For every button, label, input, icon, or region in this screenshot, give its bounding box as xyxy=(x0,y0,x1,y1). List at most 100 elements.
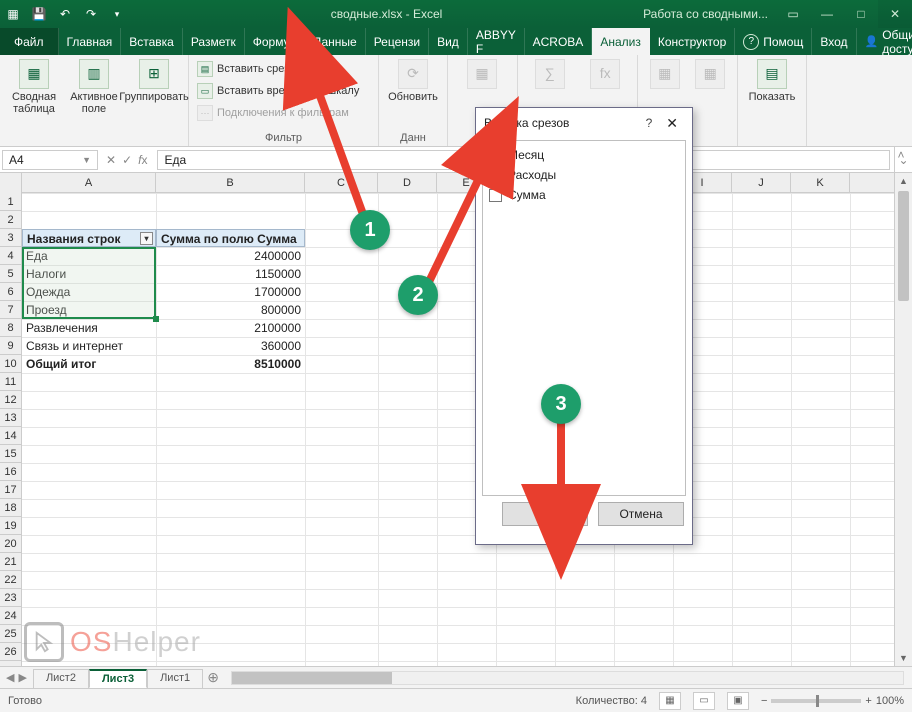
slicer-item-expenses[interactable]: Расходы xyxy=(487,165,681,185)
cells-area[interactable]: Названия строк▾Сумма по полю СуммаЕда240… xyxy=(22,193,894,666)
row-head-21[interactable]: 21 xyxy=(0,553,22,571)
horizontal-scrollbar[interactable] xyxy=(231,671,904,685)
row-head-19[interactable]: 19 xyxy=(0,517,22,535)
chevron-down-icon[interactable]: ▼ xyxy=(82,155,91,165)
row-head-22[interactable]: 22 xyxy=(0,571,22,589)
cell[interactable]: Связь и интернет xyxy=(22,337,156,355)
row-head-14[interactable]: 14 xyxy=(0,427,22,445)
view-break-icon[interactable]: ▣ xyxy=(727,692,749,710)
dialog-titlebar[interactable]: Вставка срезов ? ✕ xyxy=(476,108,692,138)
tab-data[interactable]: Данные xyxy=(305,28,365,55)
row-head-18[interactable]: 18 xyxy=(0,499,22,517)
sheet-nav-first-icon[interactable]: ◀ xyxy=(6,671,14,684)
minimize-button[interactable]: — xyxy=(810,0,844,28)
slicer-item-month[interactable]: Месяц xyxy=(487,145,681,165)
tab-home[interactable]: Главная xyxy=(59,28,122,55)
dialog-ok-button[interactable]: OK xyxy=(502,502,588,526)
row-head-6[interactable]: 6 xyxy=(0,283,22,301)
tab-analyze[interactable]: Анализ xyxy=(592,28,650,55)
row-head-26[interactable]: 26 xyxy=(0,643,22,661)
ribbon-collapse-icon[interactable]: ˄ xyxy=(892,147,910,163)
tab-review[interactable]: Рецензи xyxy=(366,28,429,55)
sheet-nav-last-icon[interactable]: ▶ xyxy=(18,671,26,684)
zoom-control[interactable]: − + 100% xyxy=(761,695,904,707)
insert-slicer-button[interactable]: ▤Вставить срез xyxy=(195,59,372,79)
pivot-table-button[interactable]: ▦Сводная таблица xyxy=(6,59,62,115)
col-head-B[interactable]: B xyxy=(156,173,305,192)
qat-customize-icon[interactable]: ▾ xyxy=(108,5,126,23)
row-head-24[interactable]: 24 xyxy=(0,607,22,625)
tab-share[interactable]: Общий доступ xyxy=(857,28,912,55)
active-field-button[interactable]: ▥Активное поле xyxy=(66,59,122,115)
row-head-25[interactable]: 25 xyxy=(0,625,22,643)
refresh-button[interactable]: ⟳Обновить xyxy=(385,59,441,103)
row-head-3[interactable]: 3 xyxy=(0,229,22,247)
row-head-9[interactable]: 9 xyxy=(0,337,22,355)
close-button[interactable]: ✕ xyxy=(878,0,912,28)
col-head-A[interactable]: A xyxy=(22,173,156,192)
scroll-up-icon[interactable]: ▲ xyxy=(895,173,912,189)
new-sheet-button[interactable]: ⊕ xyxy=(203,668,223,687)
row-head-7[interactable]: 7 xyxy=(0,301,22,319)
row-head-2[interactable]: 2 xyxy=(0,211,22,229)
cell[interactable]: 800000 xyxy=(156,301,305,319)
view-normal-icon[interactable]: ▦ xyxy=(659,692,681,710)
column-headers[interactable]: ABCDEFGHIJK xyxy=(22,173,894,193)
save-icon[interactable]: 💾 xyxy=(30,5,48,23)
redo-icon[interactable]: ↷ xyxy=(82,5,100,23)
tab-formulas[interactable]: Формул xyxy=(245,28,306,55)
tab-signin[interactable]: Вход xyxy=(812,28,856,55)
undo-icon[interactable]: ↶ xyxy=(56,5,74,23)
vertical-scrollbar[interactable]: ▲ ▼ xyxy=(894,173,912,666)
cell[interactable]: 360000 xyxy=(156,337,305,355)
checkbox[interactable] xyxy=(489,189,502,202)
sheet-tab[interactable]: Лист2 xyxy=(33,669,89,688)
cell[interactable]: 2100000 xyxy=(156,319,305,337)
cell[interactable]: Названия строк▾ xyxy=(22,229,156,247)
scroll-down-icon[interactable]: ▼ xyxy=(895,650,912,666)
scroll-thumb[interactable] xyxy=(898,191,909,301)
dialog-cancel-button[interactable]: Отмена xyxy=(598,502,684,526)
col-head-K[interactable]: K xyxy=(791,173,850,192)
row-head-15[interactable]: 15 xyxy=(0,445,22,463)
maximize-button[interactable]: □ xyxy=(844,0,878,28)
cell[interactable]: 1700000 xyxy=(156,283,305,301)
tab-acrobat[interactable]: ACROBA xyxy=(525,28,593,55)
row-headers[interactable]: 1234567891011121314151617181920212223242… xyxy=(0,193,22,661)
row-head-16[interactable]: 16 xyxy=(0,463,22,481)
tab-view[interactable]: Вид xyxy=(429,28,468,55)
dialog-close-icon[interactable]: ✕ xyxy=(660,115,684,132)
worksheet-grid[interactable]: ABCDEFGHIJK 1234567891011121314151617181… xyxy=(0,173,912,666)
row-head-12[interactable]: 12 xyxy=(0,391,22,409)
row-head-20[interactable]: 20 xyxy=(0,535,22,553)
tab-file[interactable]: Файл xyxy=(0,28,59,55)
tab-help[interactable]: Помощ xyxy=(735,28,812,55)
cell[interactable]: Проезд xyxy=(22,301,156,319)
sheet-tab[interactable]: Лист1 xyxy=(147,669,203,688)
fx-icon[interactable]: fx xyxy=(138,153,147,167)
row-head-17[interactable]: 17 xyxy=(0,481,22,499)
row-head-23[interactable]: 23 xyxy=(0,589,22,607)
col-head-J[interactable]: J xyxy=(732,173,791,192)
zoom-out-icon[interactable]: − xyxy=(761,695,767,707)
pivot-filter-dropdown[interactable]: ▾ xyxy=(140,232,153,245)
cell[interactable]: 2400000 xyxy=(156,247,305,265)
cell[interactable]: Одежда xyxy=(22,283,156,301)
dialog-help-icon[interactable]: ? xyxy=(638,116,661,130)
cell[interactable]: Общий итог xyxy=(22,355,156,373)
tab-abbyy[interactable]: ABBYY F xyxy=(468,28,525,55)
col-head-D[interactable]: D xyxy=(378,173,437,192)
row-head-10[interactable]: 10 xyxy=(0,355,22,373)
cell[interactable]: Сумма по полю Сумма xyxy=(156,229,305,247)
tab-layout[interactable]: Разметк xyxy=(183,28,245,55)
cell[interactable]: Развлечения xyxy=(22,319,156,337)
view-page-icon[interactable]: ▭ xyxy=(693,692,715,710)
checkbox[interactable] xyxy=(489,169,502,182)
ribbon-options-icon[interactable]: ▭ xyxy=(776,0,810,28)
cell[interactable]: Еда xyxy=(22,247,156,265)
sheet-tab[interactable]: Лист3 xyxy=(89,669,147,688)
row-head-1[interactable]: 1 xyxy=(0,193,22,211)
enter-formula-icon[interactable]: ✓ xyxy=(122,153,132,167)
cancel-formula-icon[interactable]: ✕ xyxy=(106,153,116,167)
slicer-item-sum[interactable]: Сумма xyxy=(487,185,681,205)
